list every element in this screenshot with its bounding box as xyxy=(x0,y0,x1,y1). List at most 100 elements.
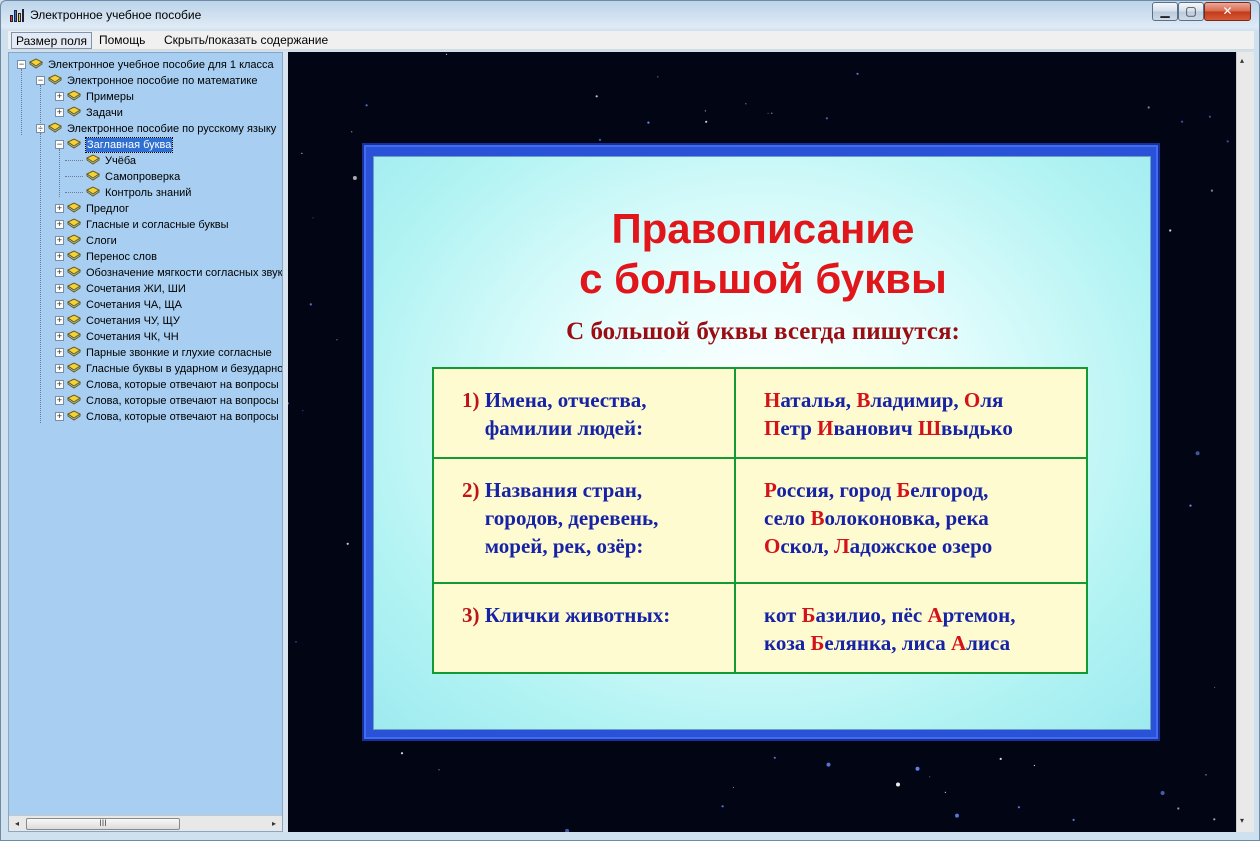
horizontal-scrollbar[interactable]: ◂ III ▸ xyxy=(9,815,282,831)
example-text: олоконовка, река xyxy=(824,505,989,530)
rule-examples-cell: Наталья, Владимир, Оля Петр Иванович Швыд… xyxy=(734,367,1088,459)
rules-row: 2) Названия стран, городов, деревень, море… xyxy=(432,456,1088,585)
tree-item-label: Примеры xyxy=(86,91,134,103)
collapse-icon[interactable]: − xyxy=(36,76,45,85)
open-book-icon xyxy=(48,74,62,86)
minimize-button[interactable]: ▁ xyxy=(1152,2,1178,21)
expand-icon[interactable]: + xyxy=(55,252,64,261)
example-line: коза Белянка, лиса Алиса xyxy=(764,629,1086,657)
tree-item-label: Заглавная буква xyxy=(84,137,174,153)
rule-category: Названия стран, городов, деревень, морей, … xyxy=(485,476,659,560)
slide-title: Правописание с большой буквы xyxy=(374,204,1152,304)
rule-category-line: фамилии людей: xyxy=(484,416,644,440)
window-title: Электронное учебное пособие xyxy=(30,8,202,22)
rules-row: 1) Имена, отчества, фамилии людей: Наталья… xyxy=(432,367,1088,459)
expand-icon[interactable]: + xyxy=(55,92,64,101)
example-text: коза xyxy=(764,631,811,656)
tree-item-label: Сочетания ЧА, ЩА xyxy=(86,299,182,311)
rule-examples-cell: Россия, город Белгород, село Волоконовка,… xyxy=(734,456,1088,585)
expand-icon[interactable]: + xyxy=(55,380,64,389)
example-line: Наталья, Владимир, Оля xyxy=(764,386,1086,414)
example-text: ртемон, xyxy=(942,603,1016,628)
close-button[interactable]: ✕ xyxy=(1204,2,1251,21)
capital-letter: Л xyxy=(834,533,850,558)
rules-table: 1) Имена, отчества, фамилии людей: Наталья… xyxy=(432,367,1088,674)
open-book-icon xyxy=(86,170,100,182)
expand-icon[interactable]: + xyxy=(55,108,64,117)
open-book-icon xyxy=(67,394,81,406)
vertical-scrollbar[interactable]: ▴ ▾ xyxy=(1236,52,1254,832)
example-line: Оскол, Ладожское озеро xyxy=(764,532,1086,560)
rule-category: Клички животных: xyxy=(485,601,670,629)
example-line: село Волоконовка, река xyxy=(764,504,1086,532)
tree-item-label: Слова, которые отвечают на вопросы какой… xyxy=(86,411,282,423)
tree-item-label: Предлог xyxy=(86,203,129,215)
app-window: Электронное учебное пособие ▁ ▢ ✕ Размер… xyxy=(0,0,1260,841)
scroll-down-icon[interactable]: ▾ xyxy=(1240,816,1244,825)
tree-item-label: Сочетания ЖИ, ШИ xyxy=(86,283,186,295)
maximize-button[interactable]: ▢ xyxy=(1178,2,1204,21)
capital-letter: Н xyxy=(764,388,781,412)
example-text: ванович xyxy=(833,416,918,440)
example-line: Петр Иванович Швыдько xyxy=(764,414,1086,442)
capital-letter: Б xyxy=(801,603,816,628)
expand-icon[interactable]: + xyxy=(55,412,64,421)
scroll-right-icon[interactable]: ▸ xyxy=(268,818,280,830)
tree-item-label: Перенос слов xyxy=(86,251,158,263)
menu-item-help[interactable]: Помощь xyxy=(95,32,149,49)
lesson-slide: Правописание с большой буквы С большой б… xyxy=(373,156,1151,730)
slide-frame: Правописание с большой буквы С большой б… xyxy=(362,143,1160,741)
example-text: село xyxy=(764,505,811,530)
expand-icon[interactable]: + xyxy=(55,332,64,341)
title-bar[interactable]: Электронное учебное пособие ▁ ▢ ✕ xyxy=(1,1,1259,29)
collapse-icon[interactable]: − xyxy=(17,60,26,69)
expand-icon[interactable]: + xyxy=(55,396,64,405)
tree-item-label: Слова, которые отвечают на вопросы что д… xyxy=(86,395,282,407)
contents-tree: − Электронное учебное пособие для 1 класс… xyxy=(9,53,283,815)
chart-bars-icon xyxy=(9,8,25,22)
example-text: кот xyxy=(764,603,802,628)
capital-letter: О xyxy=(963,388,981,412)
expand-icon[interactable]: + xyxy=(55,316,64,325)
expand-icon[interactable]: + xyxy=(55,268,64,277)
open-book-icon xyxy=(48,122,62,134)
open-book-icon xyxy=(67,266,81,278)
expand-icon[interactable]: + xyxy=(55,236,64,245)
menu-item-field-size[interactable]: Размер поля xyxy=(11,32,92,49)
rule-category-cell: 2) Названия стран, городов, деревень, море… xyxy=(432,456,736,585)
capital-letter: А xyxy=(927,603,943,628)
expand-icon[interactable]: + xyxy=(55,348,64,357)
expand-icon[interactable]: + xyxy=(55,220,64,229)
expand-icon[interactable]: + xyxy=(55,364,64,373)
rule-number: 1) xyxy=(462,388,480,412)
capital-letter: Р xyxy=(764,477,777,502)
rule-number: 2) xyxy=(462,477,480,502)
open-book-icon xyxy=(67,410,81,422)
contents-tree-panel: − Электронное учебное пособие для 1 класс… xyxy=(8,52,283,832)
capital-letter: А xyxy=(950,631,967,656)
rule-examples-cell: кот Базилио, пёс Артемон, коза Белянка, л… xyxy=(734,582,1088,674)
tree-item-label: Электронное пособие по русскому языку xyxy=(67,123,277,135)
rules-row: 3) Клички животных: кот Базилио, пёс Арте… xyxy=(432,582,1088,674)
tree-item-label: Парные звонкие и глухие согласные xyxy=(86,347,272,359)
expand-icon[interactable]: + xyxy=(55,204,64,213)
scroll-up-icon[interactable]: ▴ xyxy=(1240,56,1244,65)
capital-letter: О xyxy=(764,533,781,558)
tree-item-label: Слоги xyxy=(86,235,117,247)
menu-item-toggle-contents[interactable]: Скрыть/показать содержание xyxy=(160,32,332,49)
slide-title-line-2: с большой буквы xyxy=(579,255,947,302)
open-book-icon xyxy=(29,58,43,70)
expand-icon[interactable]: + xyxy=(55,284,64,293)
scroll-left-icon[interactable]: ◂ xyxy=(11,818,23,830)
collapse-icon[interactable]: − xyxy=(55,140,64,149)
tree-item-label: Самопроверка xyxy=(105,171,181,183)
tree-item-label: Обозначение мягкости согласных звуков xyxy=(86,267,283,279)
open-book-icon xyxy=(67,346,81,358)
example-text: елянка, лиса xyxy=(824,631,951,656)
open-book-icon xyxy=(67,362,81,374)
scrollbar-thumb[interactable]: III xyxy=(26,818,180,830)
open-book-icon xyxy=(67,202,81,214)
expand-icon[interactable]: + xyxy=(55,300,64,309)
example-text: елгород, xyxy=(910,477,989,502)
rule-category-line: Имена, отчества, xyxy=(484,388,647,412)
